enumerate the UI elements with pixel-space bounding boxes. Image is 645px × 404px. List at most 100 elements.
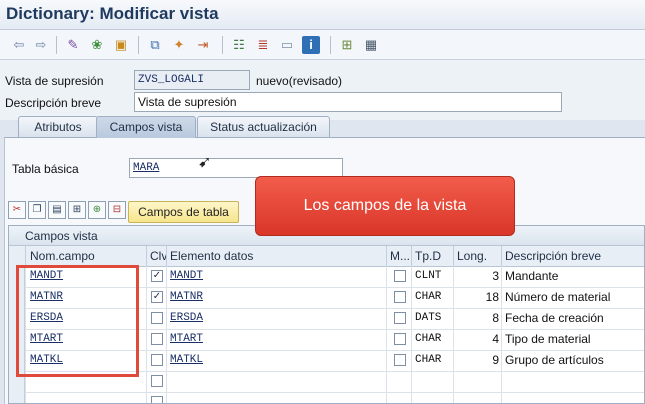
data-element-cell[interactable]: MANDT <box>166 266 386 287</box>
col-descripcion[interactable]: Descripción breve <box>501 246 644 266</box>
key-checkbox[interactable] <box>151 396 163 403</box>
paste-icon[interactable]: ▤ <box>48 201 66 219</box>
type-cell: CLNT <box>411 266 453 287</box>
data-element-cell[interactable] <box>166 371 386 392</box>
type-cell <box>411 392 453 403</box>
key-cell: ✓ <box>146 287 166 308</box>
col-long[interactable]: Long. <box>453 246 501 266</box>
description-cell: Mandante <box>501 266 644 287</box>
view-name-field[interactable]: ZVS_LOGALI <box>134 70 250 90</box>
tree-icon[interactable]: ☷ <box>230 36 248 54</box>
description-cell: Grupo de artículos <box>501 350 644 371</box>
m-cell <box>386 266 411 287</box>
arrow-right-icon[interactable]: ⇨ <box>32 36 50 54</box>
display-change-icon[interactable]: ✎ <box>64 36 82 54</box>
info-icon[interactable]: i <box>302 36 320 54</box>
m-cell <box>386 350 411 371</box>
length-cell: 9 <box>453 350 501 371</box>
tab-status-actualizacion[interactable]: Status actualización <box>197 116 330 138</box>
data-element-cell[interactable]: MTART <box>166 329 386 350</box>
activate-icon[interactable]: ▣ <box>112 36 130 54</box>
basic-table-label: Tabla básica <box>12 162 79 176</box>
m-checkbox[interactable] <box>394 270 406 282</box>
arrow-left-icon[interactable]: ⇦ <box>10 36 28 54</box>
data-element-cell[interactable]: MATKL <box>166 350 386 371</box>
col-clv[interactable]: Clv <box>146 246 166 266</box>
table-control-buttons: ✂ ❐ ▤ ⊞ ⊕ ⊟ <box>8 201 126 219</box>
m-checkbox[interactable] <box>394 291 406 303</box>
delete-row-icon[interactable]: ⊟ <box>108 201 126 219</box>
key-checkbox[interactable] <box>151 333 163 345</box>
key-checkbox[interactable] <box>151 354 163 366</box>
tab-atributos[interactable]: Atributos <box>18 116 98 138</box>
table-row[interactable] <box>9 392 644 403</box>
other-object-icon[interactable]: ❀ <box>88 36 106 54</box>
layout-icon[interactable]: ▭ <box>278 36 296 54</box>
append-row-icon[interactable]: ⊕ <box>88 201 106 219</box>
window-title: Dictionary: Modificar vista <box>6 4 219 23</box>
mouse-cursor-icon: ➹ <box>198 154 212 171</box>
m-checkbox[interactable] <box>394 354 406 366</box>
m-cell <box>386 371 411 392</box>
view-label: Vista de supresión <box>5 74 104 88</box>
col-m[interactable]: M... <box>386 246 411 266</box>
type-cell: CHAR <box>411 287 453 308</box>
description-cell <box>501 392 644 403</box>
key-checkbox[interactable] <box>151 312 163 324</box>
where-used-icon[interactable]: ✦ <box>170 36 188 54</box>
insert-row-icon[interactable]: ⊞ <box>68 201 86 219</box>
m-checkbox[interactable] <box>394 333 406 345</box>
copy-icon[interactable]: ❐ <box>28 201 46 219</box>
m-cell <box>386 329 411 350</box>
m-cell <box>386 308 411 329</box>
description-label: Descripción breve <box>5 96 102 110</box>
row-selector[interactable] <box>9 392 25 403</box>
campos-de-tabla-button[interactable]: Campos de tabla <box>128 201 239 223</box>
length-cell: 8 <box>453 308 501 329</box>
table-icon[interactable]: ▦ <box>362 36 380 54</box>
header-area: Vista de supresión ZVS_LOGALI nuevo(revi… <box>0 60 645 120</box>
description-cell <box>501 371 644 392</box>
key-checkbox[interactable]: ✓ <box>151 270 163 282</box>
length-cell <box>453 392 501 403</box>
key-checkbox[interactable]: ✓ <box>151 291 163 303</box>
hierarchy-icon[interactable]: ⧉ <box>146 36 164 54</box>
type-cell: CHAR <box>411 329 453 350</box>
view-status: nuevo(revisado) <box>256 74 343 88</box>
title-bar: Dictionary: Modificar vista <box>0 0 645 30</box>
grid-icon[interactable]: ⊞ <box>338 36 356 54</box>
description-cell: Fecha de creación <box>501 308 644 329</box>
m-cell <box>386 392 411 403</box>
length-cell <box>453 371 501 392</box>
cut-icon[interactable]: ✂ <box>8 201 26 219</box>
basic-table-field[interactable]: MARA <box>129 158 343 178</box>
key-cell <box>146 350 166 371</box>
data-element-cell[interactable]: ERSDA <box>166 308 386 329</box>
col-elemento-datos[interactable]: Elemento datos <box>166 246 386 266</box>
length-cell: 4 <box>453 329 501 350</box>
col-tp-d[interactable]: Tp.D <box>411 246 453 266</box>
highlight-box <box>16 265 139 377</box>
annotation-callout: Los campos de la vista <box>255 176 515 236</box>
key-cell <box>146 308 166 329</box>
description-cell: Número de material <box>501 287 644 308</box>
type-cell: CHAR <box>411 350 453 371</box>
transport-icon[interactable]: ⇥ <box>194 36 212 54</box>
m-cell <box>386 287 411 308</box>
type-cell <box>411 371 453 392</box>
description-field[interactable]: Vista de supresión <box>134 92 562 112</box>
key-checkbox[interactable] <box>151 375 163 387</box>
key-cell <box>146 371 166 392</box>
data-element-cell[interactable]: MATNR <box>166 287 386 308</box>
key-cell <box>146 392 166 403</box>
key-cell <box>146 329 166 350</box>
type-cell: DATS <box>411 308 453 329</box>
field-name-cell[interactable] <box>25 392 146 403</box>
col-nom-campo[interactable]: Nom.campo <box>25 246 146 266</box>
table-header: Nom.campo Clv Elemento datos M... Tp.D L… <box>9 246 644 267</box>
align-icon[interactable]: ≣ <box>254 36 272 54</box>
m-checkbox[interactable] <box>394 312 406 324</box>
application-toolbar: ⇦ ⇨ ✎ ❀ ▣ ⧉ ✦ ⇥ ☷ ≣ ▭ i ⊞ ▦ <box>0 30 645 60</box>
data-element-cell[interactable] <box>166 392 386 403</box>
tab-campos-vista[interactable]: Campos vista <box>96 116 196 138</box>
